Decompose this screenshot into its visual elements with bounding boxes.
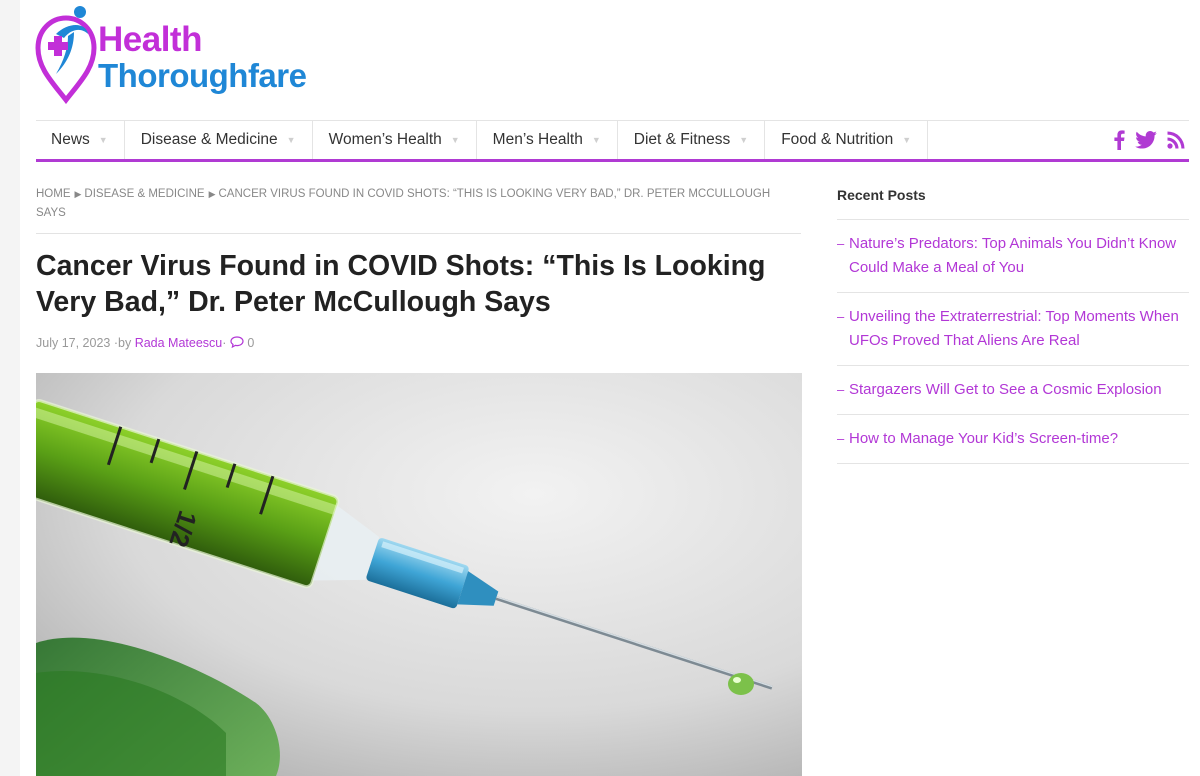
syringe-image: 1/2 bbox=[36, 373, 802, 776]
breadcrumb-home[interactable]: HOME bbox=[36, 188, 71, 200]
twitter-icon[interactable] bbox=[1135, 131, 1157, 149]
nav-item-label: Disease & Medicine bbox=[140, 131, 278, 148]
site-logo[interactable]: Health Thoroughfare bbox=[34, 4, 314, 104]
social-links bbox=[1113, 121, 1189, 159]
article-title: Cancer Virus Found in COVID Shots: “This… bbox=[36, 250, 766, 318]
chevron-right-icon: ▶ bbox=[74, 189, 82, 199]
chevron-down-icon: ▼ bbox=[902, 135, 912, 145]
chevron-down-icon: ▼ bbox=[739, 135, 749, 145]
comment-count: 0 bbox=[247, 336, 255, 350]
post-date: July 17, 2023 bbox=[36, 336, 111, 350]
chevron-right-icon: ▶ bbox=[208, 189, 216, 199]
recent-post-link[interactable]: How to Manage Your Kid’s Screen-time? bbox=[837, 415, 1189, 464]
article-meta: July 17, 2023 ·by Rada Mateescu· 0 bbox=[36, 336, 255, 350]
nav-item-label: News bbox=[51, 131, 90, 148]
nav-item-label: Men’s Health bbox=[492, 131, 583, 148]
rss-icon[interactable] bbox=[1167, 131, 1185, 149]
comments-link[interactable]: 0 bbox=[230, 336, 254, 350]
recent-post-link[interactable]: Stargazers Will Get to See a Cosmic Expl… bbox=[837, 366, 1189, 415]
nav-item-food-nutrition[interactable]: Food & Nutrition ▼ bbox=[765, 121, 929, 159]
article-featured-image: 1/2 bbox=[36, 373, 802, 776]
divider bbox=[36, 233, 801, 234]
recent-posts-heading: Recent Posts bbox=[837, 187, 926, 203]
main-nav: News ▼ Disease & Medicine ▼ Women’s Health… bbox=[36, 120, 1189, 162]
nav-item-news[interactable]: News ▼ bbox=[36, 121, 125, 159]
sidebar: Recent Posts Nature’s Predators: Top Ani… bbox=[837, 180, 1189, 464]
breadcrumb: HOME ▶ DISEASE & MEDICINE ▶ CANCER VIRUS FOU… bbox=[36, 185, 801, 223]
recent-post-link[interactable]: Unveiling the Extraterrestrial: Top Mome… bbox=[837, 293, 1189, 366]
chevron-down-icon: ▼ bbox=[286, 135, 296, 145]
breadcrumb-category[interactable]: DISEASE & MEDICINE bbox=[84, 188, 204, 200]
byline-prefix: ·by bbox=[113, 336, 132, 350]
nav-item-label: Diet & Fitness bbox=[633, 131, 731, 148]
chevron-down-icon: ▼ bbox=[591, 135, 601, 145]
comment-icon bbox=[230, 336, 244, 349]
nav-item-womens-health[interactable]: Women’s Health ▼ bbox=[313, 121, 477, 159]
chevron-down-icon: ▼ bbox=[450, 135, 460, 145]
author-link[interactable]: Rada Mateescu bbox=[135, 336, 223, 350]
facebook-icon[interactable] bbox=[1113, 130, 1125, 150]
logo-text-thoroughfare: Thoroughfare bbox=[98, 57, 307, 94]
recent-posts-list: Nature’s Predators: Top Animals You Didn… bbox=[837, 220, 1189, 464]
recent-post-link[interactable]: Nature’s Predators: Top Animals You Didn… bbox=[837, 220, 1189, 293]
nav-item-mens-health[interactable]: Men’s Health ▼ bbox=[477, 121, 618, 159]
logo-pin-icon bbox=[35, 6, 97, 104]
nav-item-label: Women’s Health bbox=[328, 131, 442, 148]
nav-item-diet-fitness[interactable]: Diet & Fitness ▼ bbox=[618, 121, 766, 159]
page: Health Thoroughfare News ▼ Disease & Medi… bbox=[20, 0, 1200, 776]
logo-text-health: Health bbox=[98, 20, 202, 59]
chevron-down-icon: ▼ bbox=[98, 135, 108, 145]
nav-item-disease-medicine[interactable]: Disease & Medicine ▼ bbox=[125, 121, 313, 159]
nav-item-label: Food & Nutrition bbox=[781, 131, 894, 148]
